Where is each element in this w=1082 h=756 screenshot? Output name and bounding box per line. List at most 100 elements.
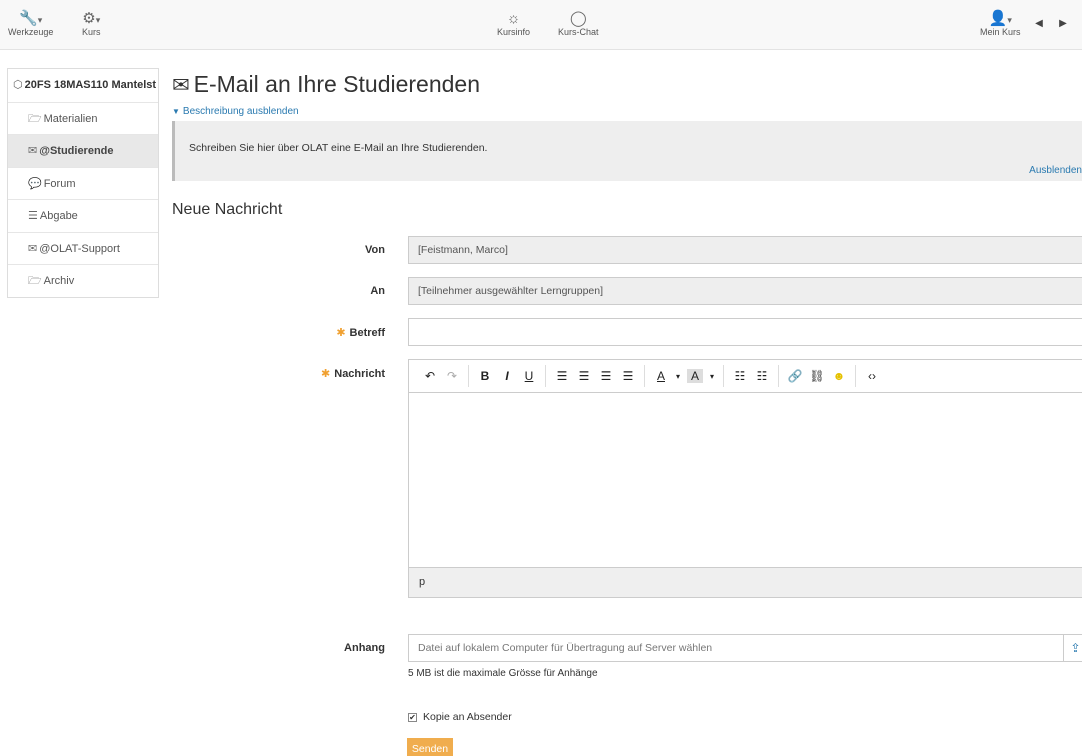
tools-label: Werkzeuge (8, 27, 54, 37)
toolbar-divider (778, 365, 779, 387)
sidebar-root-course[interactable]: ⬡ 20FS 18MAS110 Mantelst (8, 69, 158, 102)
sidebar-item-abgabe[interactable]: ☰ Abgabe (8, 199, 158, 232)
section-title: Neue Nachricht (172, 201, 283, 218)
link-icon[interactable]: 🔗 (784, 369, 806, 383)
courseinfo-button[interactable]: ☼ Kursinfo (497, 10, 530, 37)
nav-arrows: ◀ ▶ (1028, 13, 1074, 35)
source-code-icon[interactable]: ‹› (861, 369, 883, 383)
smiley-icon[interactable]: ☻ (828, 369, 850, 383)
sidebar-item-studierende[interactable]: ✉ @Studierende (8, 134, 158, 167)
coursechat-button[interactable]: ◯ Kurs-Chat (558, 10, 599, 37)
sidebar-item-forum[interactable]: 💬 Forum (8, 166, 158, 200)
undo-icon[interactable]: ↶ (419, 369, 441, 383)
toggle-description-label: Beschreibung ausblenden (182, 106, 299, 117)
sidebar-item-label: Abgabe (39, 210, 78, 222)
align-right-icon[interactable]: ☰ (573, 369, 595, 383)
page-title-text: E-Mail an Ihre Studierenden (193, 71, 480, 97)
attachment-file-input[interactable]: Datei auf lokalem Computer für Übertragu… (408, 634, 1082, 662)
toolbar-divider (723, 365, 724, 387)
sidebar-item-label: Archiv (43, 275, 75, 287)
editor-toolbar: ↶ ↷ B I U ☰ ☰ ☰ ☰ A ▾ A ▾ ☷ ☷ 🔗 ⛓ ☻ ‹› (409, 360, 1082, 393)
message-editor: ↶ ↷ B I U ☰ ☰ ☰ ☰ A ▾ A ▾ ☷ ☷ 🔗 ⛓ ☻ ‹› p (408, 359, 1082, 598)
align-left-icon[interactable]: ☰ (617, 369, 639, 383)
message-label-text: Nachricht (334, 368, 385, 380)
next-arrow-icon[interactable]: ▶ (1052, 13, 1074, 35)
bullet-list-icon[interactable]: ☷ (729, 369, 751, 383)
align-center-icon[interactable]: ☰ (595, 369, 617, 383)
previous-arrow-icon[interactable]: ◀ (1028, 13, 1050, 35)
toolbar-divider (468, 365, 469, 387)
hide-description-link[interactable]: Ausblenden (1029, 165, 1082, 176)
mycourse-menu[interactable]: 👤▾ Mein Kurs (980, 10, 1021, 37)
checkbox-checked-icon[interactable]: ✔ (408, 713, 417, 722)
from-field: [Feistmann, Marco] (408, 236, 1082, 264)
gears-icon: ⚙▾ (82, 10, 101, 27)
subject-label-text: Betreff (349, 327, 385, 339)
toggle-description-link[interactable]: ▼ Beschreibung ausblenden (172, 106, 1082, 117)
text-color-caret-icon[interactable]: ▾ (672, 372, 684, 381)
align-justify-icon[interactable]: ☰ (551, 369, 573, 383)
envelope-icon: ✉ (28, 242, 38, 255)
attachment-hint: 5 MB ist die maximale Grösse für Anhänge (408, 668, 598, 679)
description-text: Schreiben Sie hier über OLAT eine E-Mail… (189, 142, 488, 154)
sidebar-item-label: Forum (43, 177, 76, 190)
sidebar-item-olat-support[interactable]: ✉ @OLAT-Support (8, 231, 158, 265)
required-asterisk-icon: ✱ (321, 368, 331, 380)
lightbulb-icon: ☼ (506, 10, 521, 27)
bold-icon[interactable]: B (474, 369, 496, 383)
background-color-caret-icon[interactable]: ▾ (706, 372, 718, 381)
copy-to-sender-checkbox[interactable]: ✔ Kopie an Absender (408, 711, 512, 723)
numbered-list-icon[interactable]: ☷ (751, 369, 773, 383)
toolbar-divider (644, 365, 645, 387)
mycourse-label: Mein Kurs (980, 27, 1021, 37)
sidebar-root-label: 20FS 18MAS110 Mantelst (24, 79, 157, 91)
copy-to-sender-label: Kopie an Absender (423, 711, 512, 723)
courseinfo-label: Kursinfo (497, 27, 531, 37)
description-box: Schreiben Sie hier über OLAT eine E-Mail… (172, 121, 1082, 181)
sidebar-item-archiv[interactable]: 🗁 Archiv (8, 264, 158, 297)
cube-icon: ⬡ (13, 79, 23, 91)
text-color-icon[interactable]: A (650, 369, 672, 383)
message-textarea[interactable] (409, 393, 1082, 567)
redo-icon[interactable]: ↷ (441, 369, 463, 383)
unlink-icon[interactable]: ⛓ (806, 369, 828, 383)
sidebar-item-materialien[interactable]: 🗁 Materialien (8, 101, 158, 135)
to-field: [Teilnehmer ausgewählter Lerngruppen] (408, 277, 1082, 305)
sidebar-item-label: @Studierende (39, 145, 114, 157)
from-label: Von (365, 244, 385, 256)
course-menu[interactable]: ⚙▾ Kurs (82, 10, 101, 37)
underline-icon[interactable]: U (518, 369, 540, 383)
list-icon: ☰ (28, 210, 38, 222)
toolbar-divider (855, 365, 856, 387)
course-sidebar: ⬡ 20FS 18MAS110 Mantelst 🗁 Materialien ✉ @S… (7, 68, 159, 298)
course-label: Kurs (82, 27, 101, 37)
send-button[interactable]: Senden (407, 738, 453, 756)
italic-icon[interactable]: I (496, 369, 518, 383)
background-color-icon[interactable]: A (687, 369, 703, 383)
attachment-label: Anhang (344, 642, 385, 654)
page-title: ✉ E-Mail an Ihre Studierenden (172, 68, 1082, 102)
upload-icon[interactable]: ⇪ (1063, 635, 1082, 661)
envelope-icon: ✉ (28, 145, 38, 157)
folder-open-icon: 🗁 (28, 275, 42, 287)
tools-menu[interactable]: 🔧▾ Werkzeuge (8, 10, 53, 37)
wrench-icon: 🔧▾ (19, 10, 43, 27)
subject-label: ✱ Betreff (336, 326, 385, 339)
user-icon: 👤▾ (988, 10, 1012, 27)
comments-icon: 💬 (28, 177, 42, 190)
editor-statusbar: p (409, 567, 1082, 597)
to-label: An (370, 285, 385, 297)
caret-down-icon: ▼ (172, 107, 180, 116)
coursechat-label: Kurs-Chat (558, 27, 599, 37)
attachment-placeholder: Datei auf lokalem Computer für Übertragu… (418, 642, 713, 654)
envelope-icon: ✉ (172, 74, 190, 97)
sidebar-item-label: @OLAT-Support (39, 242, 120, 255)
main-content: ✉ E-Mail an Ihre Studierenden ▼ Beschreibu… (172, 68, 1082, 219)
chat-bubble-icon: ◯ (569, 10, 587, 27)
top-toolbar: 🔧▾ Werkzeuge ⚙▾ Kurs ☼ Kursinfo ◯ Kurs-C… (0, 0, 1082, 50)
message-label: ✱ Nachricht (321, 367, 385, 380)
sidebar-item-label: Materialien (43, 112, 98, 125)
subject-input[interactable] (408, 318, 1082, 346)
folder-open-icon: 🗁 (28, 112, 42, 125)
toolbar-divider (545, 365, 546, 387)
